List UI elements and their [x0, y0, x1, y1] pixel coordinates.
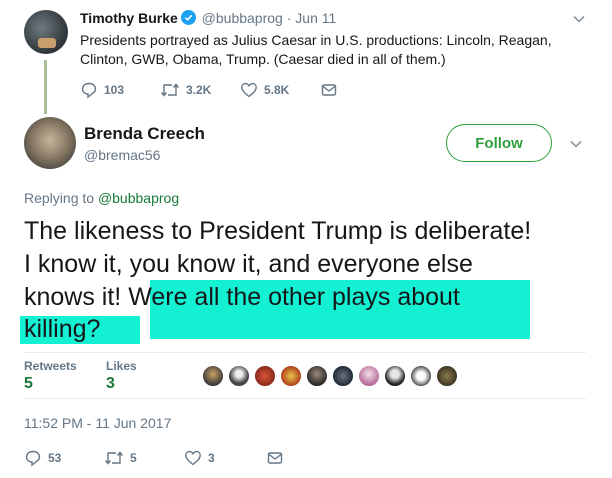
liker-avatars: [202, 365, 462, 387]
likes-count[interactable]: 3: [106, 374, 115, 394]
highlighted-tweet-text: Were all the other plays about: [128, 283, 460, 311]
replying-to-handle-link[interactable]: @bubbaprog: [98, 190, 179, 206]
retweet-button[interactable]: 5: [104, 449, 184, 467]
like-icon: [185, 450, 201, 466]
chevron-down-icon[interactable]: [569, 137, 583, 151]
tweet-actions: 53 5 3: [24, 448, 284, 468]
like-count: 3: [208, 451, 215, 465]
retweets-count[interactable]: 5: [24, 374, 33, 394]
liker-avatar[interactable]: [280, 365, 302, 387]
message-icon: [321, 84, 337, 96]
liker-avatar[interactable]: [410, 365, 432, 387]
tweet-text-line: The likeness to President Trump is delib…: [24, 217, 532, 245]
likes-label[interactable]: Likes: [106, 358, 137, 374]
liker-avatar[interactable]: [332, 365, 354, 387]
parent-tweet-header: Timothy Burke @bubbaprog · Jun 11: [80, 9, 336, 27]
parent-tweet-date[interactable]: Jun 11: [295, 10, 336, 26]
verified-badge-icon: [180, 10, 196, 25]
retweet-icon: [160, 83, 180, 97]
header-separator: ·: [286, 10, 292, 26]
parent-author-name[interactable]: Timothy Burke: [80, 10, 178, 26]
retweet-count: 5: [130, 451, 137, 465]
reply-icon: [25, 450, 41, 467]
divider: [24, 352, 586, 353]
liker-avatar[interactable]: [254, 365, 276, 387]
thread-connector-line: [44, 60, 47, 114]
reply-icon: [81, 82, 97, 99]
retweet-count: 3.2K: [186, 83, 212, 97]
parent-tweet-text: Presidents portrayed as Julius Caesar in…: [80, 32, 552, 67]
tweet-text-segment: knows it!: [24, 283, 129, 311]
liker-avatar[interactable]: [306, 365, 328, 387]
parent-avatar[interactable]: [24, 10, 68, 54]
tweet-timestamp[interactable]: 11:52 PM - 11 Jun 2017: [24, 414, 171, 432]
follow-button[interactable]: Follow: [446, 124, 552, 162]
replying-to-label: Replying to: [24, 190, 98, 206]
tweet-text-line: I know it, you know it, and everyone els…: [24, 250, 473, 278]
retweet-button[interactable]: 3.2K: [160, 81, 240, 99]
parent-tweet-actions: 103 3.2K 5.8K: [80, 80, 338, 100]
retweet-icon: [104, 451, 124, 465]
liker-avatar[interactable]: [436, 365, 458, 387]
like-count: 5.8K: [264, 83, 290, 97]
author-handle[interactable]: @bremac56: [84, 146, 160, 164]
liker-avatar[interactable]: [384, 365, 406, 387]
like-button[interactable]: 3: [184, 449, 266, 467]
like-button[interactable]: 5.8K: [240, 81, 320, 99]
liker-avatar[interactable]: [358, 365, 380, 387]
chevron-down-icon[interactable]: [572, 12, 586, 26]
highlighted-tweet-text: killing?: [24, 315, 101, 343]
divider: [24, 398, 586, 399]
reply-button[interactable]: 103: [80, 81, 160, 99]
replying-to: Replying to @bubbaprog: [24, 189, 179, 207]
author-name[interactable]: Brenda Creech: [84, 124, 205, 144]
message-icon: [267, 452, 283, 464]
retweets-label[interactable]: Retweets: [24, 358, 77, 374]
author-avatar[interactable]: [24, 117, 76, 169]
reply-count: 103: [104, 83, 125, 97]
parent-author-handle[interactable]: @bubbaprog: [202, 10, 283, 26]
tweet-text-line-3: knows it! Were all the other plays about: [24, 281, 460, 313]
reply-button[interactable]: 53: [24, 449, 104, 467]
liker-avatar[interactable]: [202, 365, 224, 387]
reply-count: 53: [48, 451, 62, 465]
liker-avatar[interactable]: [228, 365, 250, 387]
message-button[interactable]: [266, 449, 284, 467]
like-icon: [241, 82, 257, 98]
message-button[interactable]: [320, 81, 338, 99]
